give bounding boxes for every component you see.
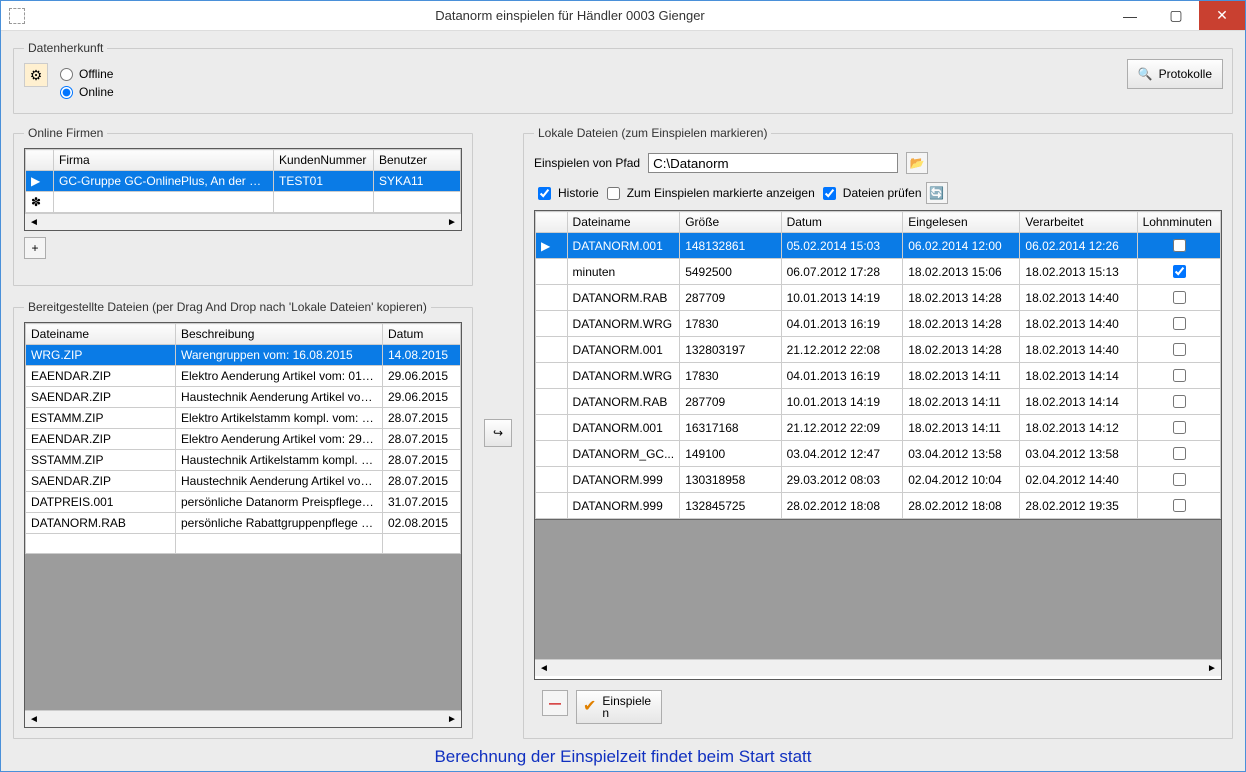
- table-row[interactable]: DATPREIS.001persönliche Datanorm Preispf…: [26, 492, 461, 513]
- col-name[interactable]: Dateiname: [567, 212, 680, 233]
- check-files-checkbox[interactable]: [823, 187, 836, 200]
- marked-label: Zum Einspielen markierte anzeigen: [627, 186, 815, 200]
- table-row[interactable]: ✽: [26, 192, 461, 213]
- provided-files-legend: Bereitgestellte Dateien (per Drag And Dr…: [24, 300, 431, 314]
- online-firms-fieldset: Online Firmen Firma KundenNummer Benutze…: [13, 126, 473, 286]
- table-row[interactable]: DATANORM_GC...14910003.04.2012 12:4703.0…: [536, 441, 1221, 467]
- table-row[interactable]: SAENDAR.ZIPHaustechnik Aenderung Artikel…: [26, 471, 461, 492]
- hscroll[interactable]: ◄►: [25, 213, 461, 230]
- lohnminuten-checkbox[interactable]: [1173, 395, 1186, 408]
- protokolle-label: Protokolle: [1159, 67, 1212, 81]
- table-row[interactable]: DATANORM.WRG1783004.01.2013 16:1918.02.2…: [536, 311, 1221, 337]
- history-label: Historie: [558, 186, 599, 200]
- table-row[interactable]: DATANORM.RAB28770910.01.2013 14:1918.02.…: [536, 285, 1221, 311]
- table-row[interactable]: SAENDAR.ZIPHaustechnik Aenderung Artikel…: [26, 387, 461, 408]
- window-controls: — ▢ ✕: [1107, 1, 1245, 30]
- col-firma[interactable]: Firma: [54, 150, 274, 171]
- provided-files-grid[interactable]: Dateiname Beschreibung Datum WRG.ZIPWare…: [25, 323, 461, 554]
- table-row[interactable]: ▶ GC-Gruppe GC-OnlinePlus, An der Riede …: [26, 171, 461, 192]
- marked-checkbox[interactable]: [607, 187, 620, 200]
- lohnminuten-checkbox[interactable]: [1173, 447, 1186, 460]
- table-row[interactable]: EAENDAR.ZIPElektro Aenderung Artikel vom…: [26, 429, 461, 450]
- offline-label: Offline: [79, 67, 113, 81]
- lohnminuten-checkbox[interactable]: [1173, 421, 1186, 434]
- einspielen-label: Einspiele n: [602, 695, 651, 719]
- table-row[interactable]: DATANORM.0011631716821.12.2012 22:0918.0…: [536, 415, 1221, 441]
- col-name[interactable]: Dateiname: [26, 324, 176, 345]
- magnifier-icon: 🔍: [1138, 67, 1153, 81]
- provided-files-fieldset: Bereitgestellte Dateien (per Drag And Dr…: [13, 300, 473, 739]
- delete-button[interactable]: —: [542, 690, 568, 716]
- source-fieldset: Datenherkunft ⚙ Offline Online: [13, 41, 1233, 114]
- hscroll[interactable]: ◄►: [535, 659, 1221, 676]
- local-files-fieldset: Lokale Dateien (zum Einspielen markieren…: [523, 126, 1233, 739]
- add-firm-button[interactable]: +: [24, 237, 46, 259]
- table-row[interactable]: [26, 534, 461, 554]
- refresh-icon: 🔄: [929, 186, 944, 200]
- hscroll[interactable]: ◄►: [25, 710, 461, 727]
- col-kundennr[interactable]: KundenNummer: [274, 150, 374, 171]
- table-row[interactable]: DATANORM.99913031895829.03.2012 08:0302.…: [536, 467, 1221, 493]
- protokolle-button[interactable]: 🔍 Protokolle: [1127, 59, 1223, 89]
- table-row[interactable]: SSTAMM.ZIPHaustechnik Artikelstamm kompl…: [26, 450, 461, 471]
- lohnminuten-checkbox[interactable]: [1173, 343, 1186, 356]
- close-button[interactable]: ✕: [1199, 1, 1245, 30]
- content: Datenherkunft ⚙ Offline Online 🔍 Protoko…: [1, 31, 1245, 771]
- einspielen-button[interactable]: ✔ Einspiele n: [576, 690, 662, 724]
- refresh-button[interactable]: 🔄: [926, 182, 948, 204]
- lohnminuten-checkbox[interactable]: [1173, 369, 1186, 382]
- browse-path-button[interactable]: 📂: [906, 152, 928, 174]
- gear-icon[interactable]: ⚙: [24, 63, 48, 87]
- col-min[interactable]: Lohnminuten: [1137, 212, 1220, 233]
- path-label: Einspielen von Pfad: [534, 156, 640, 170]
- window-title: Datanorm einspielen für Händler 0003 Gie…: [33, 8, 1107, 23]
- folder-icon: 📂: [910, 156, 925, 170]
- table-row[interactable]: ESTAMM.ZIPElektro Artikelstamm kompl. vo…: [26, 408, 461, 429]
- lohnminuten-checkbox[interactable]: [1173, 473, 1186, 486]
- lohnminuten-checkbox[interactable]: [1173, 499, 1186, 512]
- col-date[interactable]: Datum: [383, 324, 461, 345]
- lohnminuten-checkbox[interactable]: [1173, 291, 1186, 304]
- lohnminuten-checkbox[interactable]: [1173, 265, 1186, 278]
- titlebar: Datanorm einspielen für Händler 0003 Gie…: [1, 1, 1245, 31]
- table-row[interactable]: DATANORM.WRG1783004.01.2013 16:1918.02.2…: [536, 363, 1221, 389]
- lohnminuten-checkbox[interactable]: [1173, 317, 1186, 330]
- table-row[interactable]: DATANORM.99913284572528.02.2012 18:0828.…: [536, 493, 1221, 519]
- path-input[interactable]: [648, 153, 898, 173]
- col-size[interactable]: Größe: [680, 212, 781, 233]
- lohnminuten-checkbox[interactable]: [1173, 239, 1186, 252]
- local-files-grid[interactable]: Dateiname Größe Datum Eingelesen Verarbe…: [535, 211, 1221, 519]
- online-label: Online: [79, 85, 114, 99]
- table-row[interactable]: WRG.ZIPWarengruppen vom: 16.08.201514.08…: [26, 345, 461, 366]
- maximize-button[interactable]: ▢: [1153, 1, 1199, 30]
- check-icon: ✔: [583, 701, 596, 713]
- minimize-button[interactable]: —: [1107, 1, 1153, 30]
- table-row[interactable]: DATANORM.00113280319721.12.2012 22:0818.…: [536, 337, 1221, 363]
- history-checkbox[interactable]: [538, 187, 551, 200]
- table-row[interactable]: DATANORM.RAB28770910.01.2013 14:1918.02.…: [536, 389, 1221, 415]
- app-icon: [9, 8, 25, 24]
- col-benutzer[interactable]: Benutzer: [374, 150, 461, 171]
- online-firms-grid[interactable]: Firma KundenNummer Benutzer ▶ GC-Gruppe …: [25, 149, 461, 213]
- minus-icon: —: [549, 696, 561, 710]
- status-bar: Berechnung der Einspielzeit findet beim …: [13, 739, 1233, 771]
- transfer-button[interactable]: ↪: [484, 419, 512, 447]
- online-firms-legend: Online Firmen: [24, 126, 107, 140]
- window: Datanorm einspielen für Händler 0003 Gie…: [0, 0, 1246, 772]
- table-row[interactable]: ▶DATANORM.00114813286105.02.2014 15:0306…: [536, 233, 1221, 259]
- col-proc[interactable]: Verarbeitet: [1020, 212, 1137, 233]
- source-legend: Datenherkunft: [24, 41, 107, 55]
- table-row[interactable]: EAENDAR.ZIPElektro Aenderung Artikel vom…: [26, 366, 461, 387]
- check-files-label: Dateien prüfen: [843, 186, 922, 200]
- offline-radio[interactable]: [60, 68, 73, 81]
- transfer-icon: ↪: [493, 426, 503, 440]
- col-desc[interactable]: Beschreibung: [176, 324, 383, 345]
- local-files-legend: Lokale Dateien (zum Einspielen markieren…: [534, 126, 771, 140]
- online-radio[interactable]: [60, 86, 73, 99]
- col-date[interactable]: Datum: [781, 212, 903, 233]
- table-row[interactable]: DATANORM.RABpersönliche Rabattgruppenpfl…: [26, 513, 461, 534]
- table-row[interactable]: minuten549250006.07.2012 17:2818.02.2013…: [536, 259, 1221, 285]
- col-read[interactable]: Eingelesen: [903, 212, 1020, 233]
